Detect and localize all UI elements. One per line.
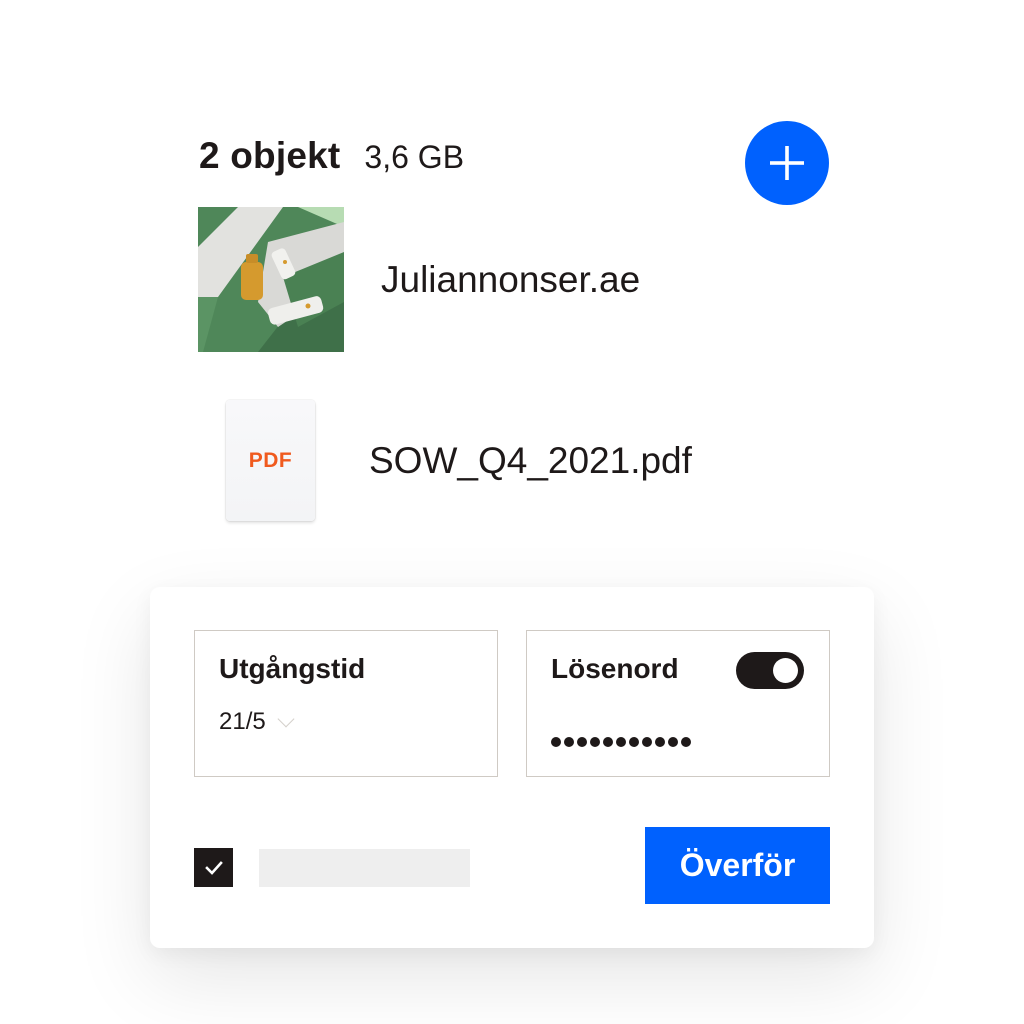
password-mask-dot bbox=[577, 737, 587, 747]
pdf-file-icon: PDF bbox=[226, 400, 315, 521]
password-mask-dot bbox=[590, 737, 600, 747]
password-mask-dot bbox=[603, 737, 613, 747]
checkmark-icon bbox=[204, 860, 223, 875]
expiry-value-row: 21/5 bbox=[219, 708, 295, 736]
transfer-panel: 2 objekt 3,6 GB Juliannonser.ae PDF SOW_… bbox=[0, 0, 1024, 1024]
product-image-thumbnail bbox=[198, 207, 344, 352]
file-row[interactable]: Juliannonser.ae bbox=[198, 207, 640, 352]
password-mask-dot bbox=[629, 737, 639, 747]
total-size: 3,6 GB bbox=[364, 139, 465, 175]
expiry-label: Utgångstid bbox=[219, 653, 366, 684]
chevron-down-icon bbox=[277, 710, 295, 728]
checkbox-label-placeholder bbox=[259, 849, 470, 887]
add-files-button[interactable] bbox=[745, 121, 829, 205]
password-mask-dot bbox=[616, 737, 626, 747]
password-mask-dot bbox=[564, 737, 574, 747]
transfer-summary: 2 objekt 3,6 GB bbox=[199, 135, 464, 177]
password-input[interactable] bbox=[551, 737, 691, 747]
toggle-knob bbox=[773, 658, 798, 683]
password-mask-dot bbox=[668, 737, 678, 747]
plus-icon bbox=[770, 146, 804, 180]
password-field: Lösenord bbox=[526, 630, 830, 777]
pdf-label: PDF bbox=[248, 448, 293, 472]
option-checkbox[interactable] bbox=[194, 848, 233, 887]
file-name: SOW_Q4_2021.pdf bbox=[369, 439, 692, 481]
file-row[interactable]: PDF SOW_Q4_2021.pdf bbox=[226, 400, 692, 521]
expiry-dropdown[interactable]: Utgångstid 21/5 bbox=[194, 630, 498, 777]
transfer-settings-card: Utgångstid 21/5 Lösenord Överför bbox=[150, 587, 874, 948]
password-mask-dot bbox=[655, 737, 665, 747]
file-name: Juliannonser.ae bbox=[381, 258, 641, 300]
transfer-button[interactable]: Överför bbox=[645, 827, 830, 904]
expiry-value: 21/5 bbox=[219, 708, 266, 735]
item-count: 2 objekt bbox=[199, 135, 341, 176]
password-mask-dot bbox=[681, 737, 691, 747]
password-toggle[interactable] bbox=[736, 652, 804, 689]
password-mask-dot bbox=[642, 737, 652, 747]
password-label: Lösenord bbox=[551, 653, 679, 684]
password-mask-dot bbox=[551, 737, 561, 747]
